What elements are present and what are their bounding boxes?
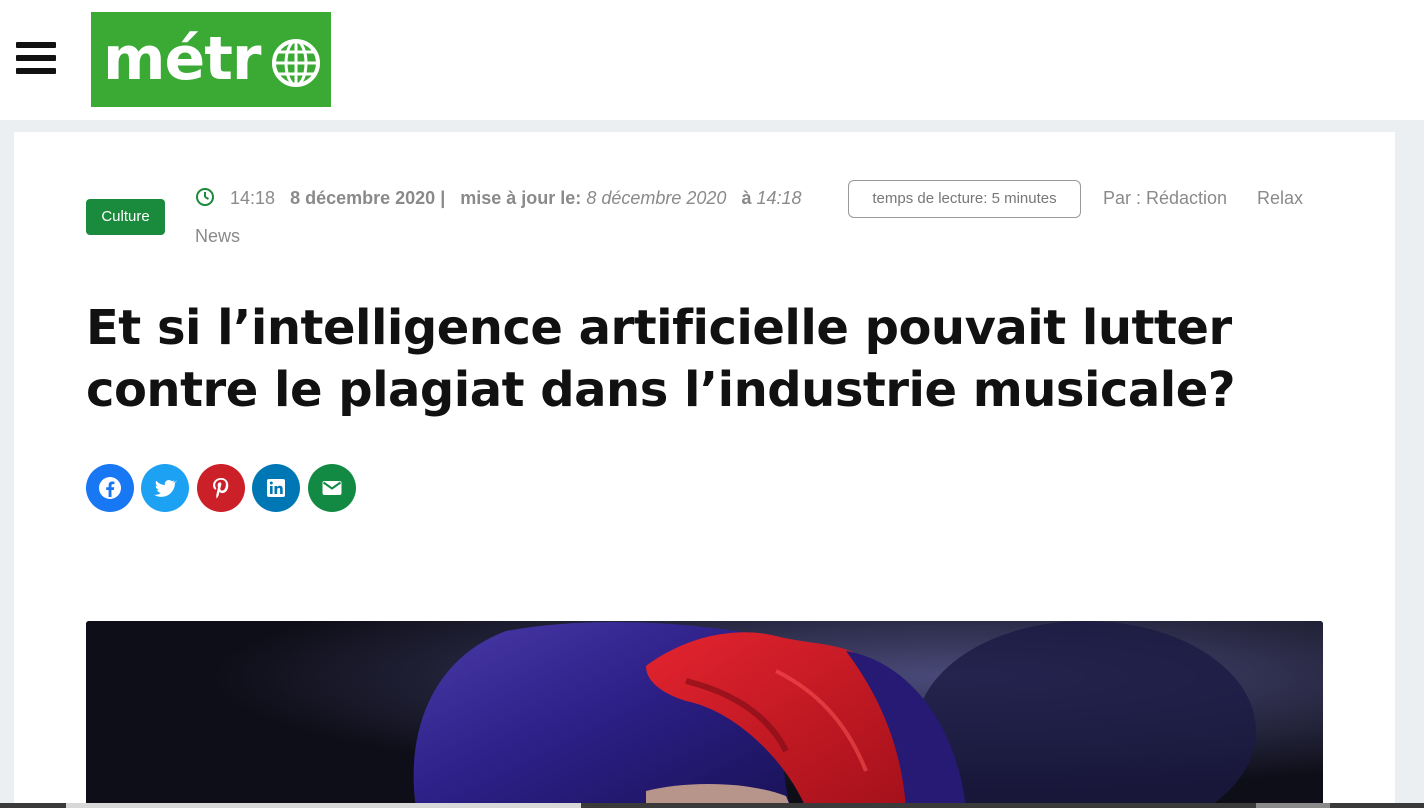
scroll-segment xyxy=(1256,803,1330,808)
globe-icon xyxy=(272,39,320,87)
updated-date: 8 décembre 2020 xyxy=(586,188,727,208)
site-logo[interactable]: métr xyxy=(91,12,331,107)
logo-text: métr xyxy=(103,24,261,94)
top-header: métr xyxy=(0,0,1424,120)
facebook-icon xyxy=(99,477,121,499)
reading-time-badge: temps de lecture: 5 minutes xyxy=(848,180,1081,218)
email-icon xyxy=(322,481,342,495)
author-link[interactable]: Par : Rédaction xyxy=(1103,183,1227,213)
updated-label: mise à jour le: xyxy=(460,188,582,208)
hero-illustration xyxy=(86,621,1323,808)
share-facebook-button[interactable] xyxy=(86,464,134,512)
linkedin-icon xyxy=(267,479,285,497)
publish-date: 8 décembre 2020 xyxy=(290,188,436,208)
clock-icon xyxy=(196,188,214,206)
source-relax[interactable]: Relax xyxy=(1257,183,1303,213)
bottom-scroll-indicator xyxy=(0,803,1424,808)
source-news[interactable]: News xyxy=(195,221,240,251)
publish-time: 14:18 xyxy=(230,188,276,208)
article-hero-image xyxy=(86,621,1323,808)
share-linkedin-button[interactable] xyxy=(252,464,300,512)
twitter-icon xyxy=(154,480,177,497)
meta-separator: | xyxy=(440,188,446,208)
category-badge[interactable]: Culture xyxy=(86,199,165,235)
publish-meta: 14:18 8 décembre 2020 | mise à jour le: … xyxy=(230,183,802,213)
share-email-button[interactable] xyxy=(308,464,356,512)
updated-time: 14:18 xyxy=(756,188,802,208)
share-twitter-button[interactable] xyxy=(141,464,189,512)
share-pinterest-button[interactable] xyxy=(197,464,245,512)
pinterest-icon xyxy=(213,478,229,499)
scroll-segment xyxy=(66,803,581,808)
updated-at-word: à xyxy=(741,188,752,208)
hamburger-menu-icon[interactable] xyxy=(16,42,58,76)
article-title: Et si l’intelligence artificielle pouvai… xyxy=(86,300,1236,418)
